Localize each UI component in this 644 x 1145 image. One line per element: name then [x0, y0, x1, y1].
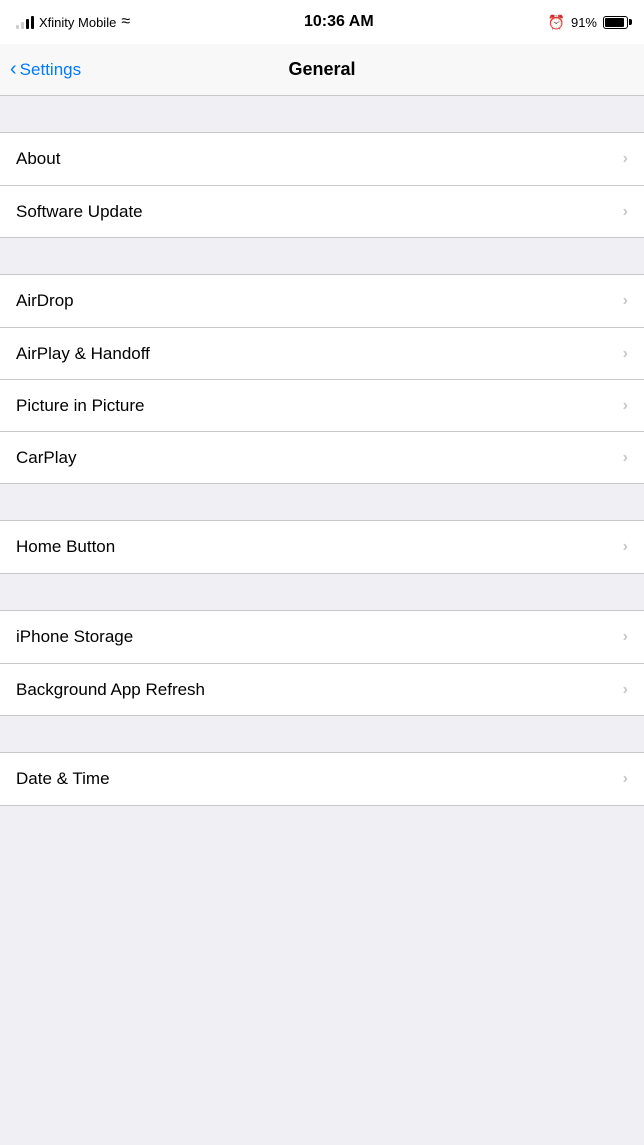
- signal-icon: [16, 15, 34, 29]
- section-gap-3: [0, 574, 644, 610]
- section-4-group: iPhone Storage › Background App Refresh …: [0, 610, 644, 716]
- row-carplay-label: CarPlay: [16, 448, 76, 468]
- section-gap-top: [0, 96, 644, 132]
- chevron-home-button-icon: ›: [623, 538, 628, 556]
- section-5-group: Date & Time ›: [0, 752, 644, 806]
- row-airplay-handoff[interactable]: AirPlay & Handoff ›: [0, 327, 644, 379]
- row-date-time-label: Date & Time: [16, 769, 110, 789]
- page-title: General: [288, 59, 355, 80]
- chevron-carplay-icon: ›: [623, 449, 628, 467]
- row-software-update-label: Software Update: [16, 202, 143, 222]
- row-airplay-handoff-label: AirPlay & Handoff: [16, 344, 150, 364]
- row-about[interactable]: About ›: [0, 133, 644, 185]
- row-background-app-refresh-label: Background App Refresh: [16, 680, 205, 700]
- row-about-label: About: [16, 149, 60, 169]
- row-carplay[interactable]: CarPlay ›: [0, 431, 644, 483]
- section-gap-4: [0, 716, 644, 752]
- alarm-icon: ⏰: [548, 14, 565, 31]
- chevron-about-icon: ›: [623, 150, 628, 168]
- wifi-icon: ≈: [121, 13, 130, 31]
- row-airdrop-label: AirDrop: [16, 291, 74, 311]
- section-2-group: AirDrop › AirPlay & Handoff › Picture in…: [0, 274, 644, 484]
- status-time: 10:36 AM: [304, 13, 374, 31]
- row-home-button[interactable]: Home Button ›: [0, 521, 644, 573]
- status-right: ⏰ 91%: [548, 14, 628, 31]
- chevron-picture-in-picture-icon: ›: [623, 397, 628, 415]
- row-airdrop[interactable]: AirDrop ›: [0, 275, 644, 327]
- row-picture-in-picture[interactable]: Picture in Picture ›: [0, 379, 644, 431]
- back-button[interactable]: ‹ Settings: [10, 60, 81, 80]
- chevron-background-app-refresh-icon: ›: [623, 681, 628, 699]
- row-background-app-refresh[interactable]: Background App Refresh ›: [0, 663, 644, 715]
- row-iphone-storage-label: iPhone Storage: [16, 627, 133, 647]
- back-label: Settings: [20, 60, 81, 80]
- section-gap-bottom: [0, 806, 644, 842]
- row-software-update[interactable]: Software Update ›: [0, 185, 644, 237]
- row-date-time[interactable]: Date & Time ›: [0, 753, 644, 805]
- chevron-date-time-icon: ›: [623, 770, 628, 788]
- section-gap-2: [0, 484, 644, 520]
- status-bar: Xfinity Mobile ≈ 10:36 AM ⏰ 91%: [0, 0, 644, 44]
- nav-bar: ‹ Settings General: [0, 44, 644, 96]
- chevron-software-update-icon: ›: [623, 203, 628, 221]
- section-gap-1: [0, 238, 644, 274]
- battery-pct-label: 91%: [571, 15, 597, 30]
- battery-icon: [603, 16, 628, 29]
- section-3-group: Home Button ›: [0, 520, 644, 574]
- row-iphone-storage[interactable]: iPhone Storage ›: [0, 611, 644, 663]
- section-1-group: About › Software Update ›: [0, 132, 644, 238]
- status-left: Xfinity Mobile ≈: [16, 13, 130, 31]
- row-picture-in-picture-label: Picture in Picture: [16, 396, 145, 416]
- row-home-button-label: Home Button: [16, 537, 115, 557]
- back-chevron-icon: ‹: [10, 59, 17, 79]
- carrier-label: Xfinity Mobile: [39, 15, 116, 30]
- chevron-airdrop-icon: ›: [623, 292, 628, 310]
- chevron-iphone-storage-icon: ›: [623, 628, 628, 646]
- chevron-airplay-handoff-icon: ›: [623, 345, 628, 363]
